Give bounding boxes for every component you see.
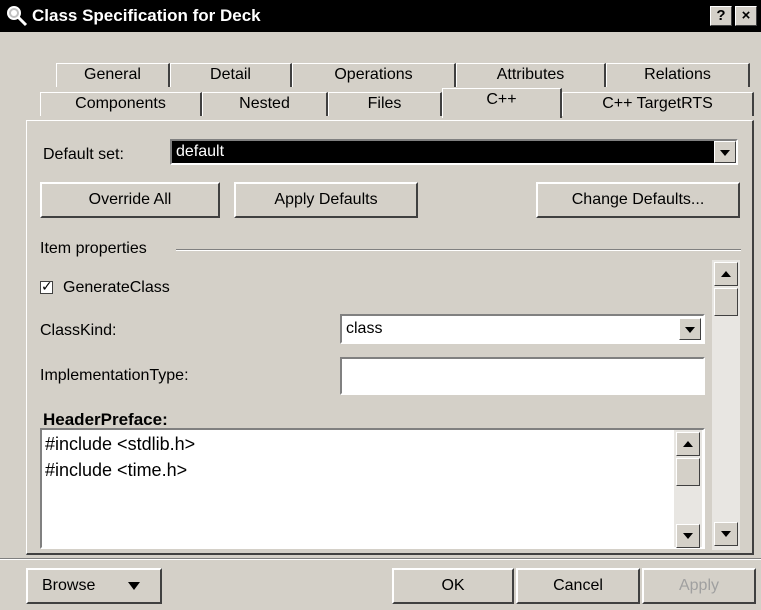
tab-cpp[interactable]: C++ bbox=[442, 88, 562, 118]
implementation-type-label: ImplementationType: bbox=[40, 367, 189, 384]
default-set-value: default bbox=[176, 143, 225, 160]
scroll-up-arrow-icon[interactable] bbox=[676, 432, 700, 456]
class-kind-combo[interactable]: class bbox=[340, 314, 705, 344]
class-specification-dialog: Class Specification for Deck ? × General… bbox=[0, 0, 761, 610]
browse-button[interactable]: Browse bbox=[26, 568, 162, 604]
tab-attributes[interactable]: Attributes bbox=[456, 63, 606, 87]
class-kind-label: ClassKind: bbox=[40, 322, 117, 339]
code-line: #include <time.h> bbox=[45, 460, 188, 480]
override-all-button[interactable]: Override All bbox=[40, 182, 220, 218]
apply-button[interactable]: Apply bbox=[642, 568, 756, 604]
help-button[interactable]: ? bbox=[710, 6, 732, 26]
close-button[interactable]: × bbox=[735, 6, 757, 26]
title-bar[interactable]: Class Specification for Deck ? × bbox=[0, 0, 761, 32]
window-title: Class Specification for Deck bbox=[32, 6, 261, 25]
chevron-down-icon[interactable] bbox=[714, 141, 736, 163]
default-set-dropdown[interactable]: default bbox=[170, 139, 738, 165]
cancel-button[interactable]: Cancel bbox=[516, 568, 640, 604]
default-set-label: Default set: bbox=[43, 146, 124, 163]
tab-operations[interactable]: Operations bbox=[292, 63, 456, 87]
tab-detail[interactable]: Detail bbox=[170, 63, 292, 87]
generate-class-checkbox[interactable] bbox=[40, 278, 53, 295]
tab-files[interactable]: Files bbox=[328, 92, 442, 116]
item-properties-label: Item properties bbox=[40, 240, 147, 257]
scroll-thumb[interactable] bbox=[714, 288, 738, 316]
ok-button[interactable]: OK bbox=[392, 568, 514, 604]
generate-class-label: GenerateClass bbox=[63, 279, 170, 296]
textarea-scrollbar[interactable] bbox=[674, 430, 702, 548]
tab-cpp-targetrts[interactable]: C++ TargetRTS bbox=[562, 92, 754, 116]
scroll-thumb[interactable] bbox=[676, 458, 700, 486]
apply-defaults-button[interactable]: Apply Defaults bbox=[234, 182, 418, 218]
header-preface-label: HeaderPreface: bbox=[43, 410, 168, 429]
change-defaults-button[interactable]: Change Defaults... bbox=[536, 182, 740, 218]
group-divider bbox=[176, 249, 741, 251]
properties-scrollbar[interactable] bbox=[712, 260, 740, 550]
chevron-down-icon bbox=[128, 582, 140, 590]
scroll-up-arrow-icon[interactable] bbox=[714, 262, 738, 286]
footer-divider bbox=[0, 558, 761, 560]
implementation-type-field[interactable] bbox=[340, 357, 705, 395]
scroll-down-arrow-icon[interactable] bbox=[676, 524, 700, 548]
browse-label: Browse bbox=[42, 577, 96, 594]
header-preface-textarea[interactable]: #include <stdlib.h> #include <time.h> bbox=[40, 428, 705, 549]
tab-components[interactable]: Components bbox=[40, 92, 202, 116]
magnifier-icon bbox=[7, 6, 28, 27]
class-kind-value: class bbox=[346, 320, 383, 337]
tab-general[interactable]: General bbox=[56, 63, 170, 87]
scroll-down-arrow-icon[interactable] bbox=[714, 522, 738, 546]
code-line: #include <stdlib.h> bbox=[45, 434, 196, 454]
tab-relations[interactable]: Relations bbox=[606, 63, 750, 87]
tab-nested[interactable]: Nested bbox=[202, 92, 328, 116]
chevron-down-icon[interactable] bbox=[679, 318, 701, 340]
